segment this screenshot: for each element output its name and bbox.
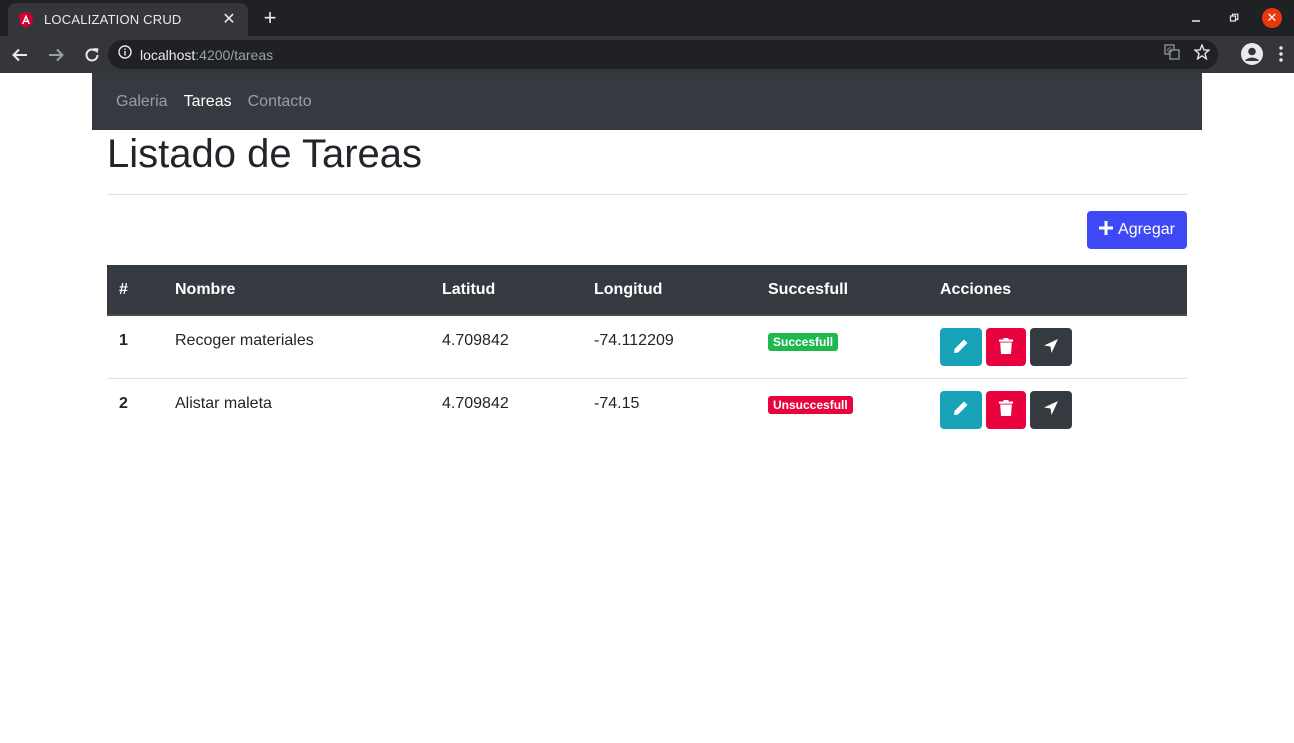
close-window-icon[interactable]: ✕ (1262, 8, 1282, 28)
locate-button[interactable] (1030, 390, 1072, 429)
url-path: :4200/tareas (195, 46, 274, 63)
browser-tab-bar: LOCALIZATION CRUD ✕ + ✕ (0, 0, 1294, 36)
row-longitud: -74.15 (594, 394, 640, 412)
row-nombre: Recoger materiales (175, 332, 314, 349)
status-badge: Succesfull (768, 333, 839, 351)
pencil-icon (953, 400, 969, 419)
close-tab-icon[interactable]: ✕ (220, 11, 238, 29)
header-index: # (107, 265, 163, 316)
row-latitud: 4.709842 (442, 394, 509, 412)
tab-title: LOCALIZATION CRUD (44, 12, 182, 27)
header-nombre: Nombre (163, 265, 430, 316)
svg-text:G: G (1167, 47, 1172, 55)
delete-button[interactable] (986, 328, 1026, 366)
info-icon[interactable] (118, 45, 132, 64)
address-bar[interactable]: localhost:4200/tareas G (108, 40, 1218, 69)
angular-icon (18, 11, 34, 28)
browser-toolbar: localhost:4200/tareas G (0, 36, 1294, 73)
trash-icon (999, 400, 1013, 419)
app-navbar: Galeria Tareas Contacto (92, 73, 1202, 130)
bookmark-star-icon[interactable] (1193, 43, 1211, 65)
table-row: 1 Recoger materiales 4.709842 -74.112209… (107, 315, 1187, 378)
reload-icon[interactable] (76, 39, 108, 71)
page-title: Listado de Tareas (107, 132, 423, 176)
row-longitud: -74.112209 (594, 332, 674, 349)
nav-link-contacto[interactable]: Contacto (248, 93, 312, 111)
divider (107, 194, 1187, 195)
location-arrow-icon (1043, 400, 1059, 419)
row-nombre: Alistar maleta (175, 394, 272, 412)
header-acciones: Acciones (928, 265, 1187, 316)
toolbar-actions (1240, 42, 1284, 71)
restore-icon[interactable] (1224, 8, 1244, 28)
pencil-icon (953, 338, 969, 357)
new-tab-button[interactable]: + (259, 7, 281, 29)
row-latitud: 4.709842 (442, 332, 509, 349)
delete-button[interactable] (986, 390, 1026, 429)
profile-avatar-icon[interactable] (1240, 42, 1264, 71)
status-badge: Unsuccesfull (768, 395, 853, 414)
table-row: 2 Alistar maleta 4.709842 -74.15 Unsucce… (107, 378, 1187, 441)
row-index: 2 (119, 394, 128, 412)
forward-icon[interactable] (40, 39, 72, 71)
minimize-icon[interactable] (1186, 8, 1206, 28)
translate-icon[interactable]: G (1164, 44, 1180, 65)
omnibox-actions: G (1164, 43, 1211, 65)
window-controls: ✕ (1186, 8, 1282, 28)
menu-dots-icon[interactable] (1278, 45, 1284, 68)
locate-button[interactable] (1030, 328, 1072, 366)
plus-icon (1099, 220, 1114, 240)
nav-link-tareas[interactable]: Tareas (184, 93, 232, 111)
tasks-table: # Nombre Latitud Longitud Succesfull Acc… (107, 265, 1187, 441)
nav-link-galeria[interactable]: Galeria (116, 93, 168, 111)
trash-icon (999, 337, 1013, 357)
row-index: 1 (119, 332, 128, 349)
location-arrow-icon (1043, 338, 1059, 357)
table-header-row: # Nombre Latitud Longitud Succesfull Acc… (107, 265, 1187, 316)
header-longitud: Longitud (582, 265, 756, 316)
add-button[interactable]: Agregar (1087, 211, 1187, 249)
browser-tab[interactable]: LOCALIZATION CRUD ✕ (8, 3, 248, 36)
edit-button[interactable] (940, 328, 982, 366)
back-icon[interactable] (4, 39, 36, 71)
url-host: localhost (140, 46, 196, 63)
edit-button[interactable] (940, 390, 982, 429)
header-succesfull: Succesfull (756, 265, 928, 316)
add-button-label: Agregar (1118, 221, 1175, 238)
header-latitud: Latitud (430, 265, 582, 316)
